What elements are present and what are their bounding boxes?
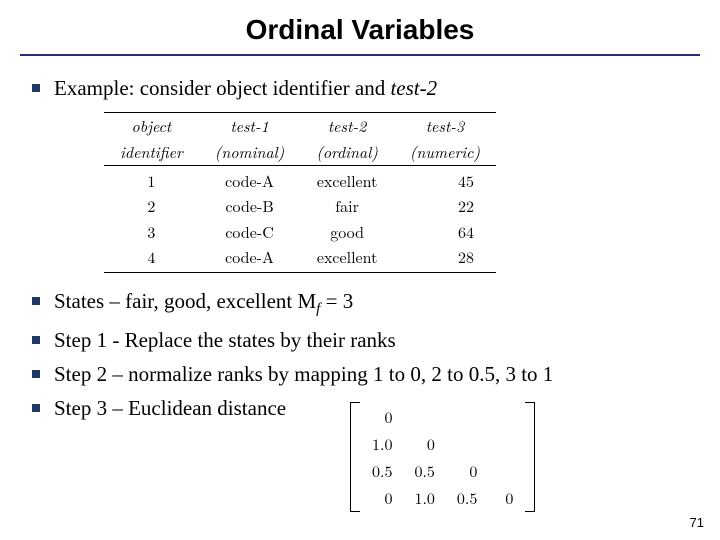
data-table: object test-1 test-2 test-3 identifier (… [104, 112, 496, 273]
title-divider [20, 54, 700, 56]
col-sub-object: identifier [104, 139, 199, 165]
matrix-cell [489, 404, 523, 429]
matrix-cell: 0 [362, 404, 402, 429]
matrix-cell: 0 [447, 458, 487, 483]
matrix-cell [404, 404, 444, 429]
bullet-2: States – fair, good, excellent Mf = 3 [26, 287, 694, 320]
col-sub-test3: (numeric) [394, 139, 496, 165]
col-header-object: object [104, 113, 199, 139]
matrix-cell: 0.5 [447, 485, 487, 510]
bullet-list: Example: consider object identifier and … [26, 74, 694, 423]
bullet-3: Step 1 - Replace the states by their ran… [26, 326, 694, 354]
matrix-cell [447, 431, 487, 456]
cell-t2: good [300, 219, 394, 245]
data-table-wrap: object test-1 test-2 test-3 identifier (… [104, 112, 694, 273]
col-sub-test1: (nominal) [199, 139, 301, 165]
table-row: 3 code-C good 64 [104, 219, 496, 245]
bullet-1-italic: test-2 [390, 76, 437, 100]
cell-t1: code-A [199, 165, 301, 193]
matrix-cell [447, 404, 487, 429]
cell-t1: code-B [199, 193, 301, 219]
matrix-cell: 0 [404, 431, 444, 456]
bullet-1-text: Example: consider object identifier and [54, 76, 390, 100]
bullet-4: Step 2 – normalize ranks by mapping 1 to… [26, 360, 694, 388]
cell-t1: code-A [199, 244, 301, 272]
cell-id: 1 [104, 165, 199, 193]
bullet-2-post: = 3 [320, 289, 353, 313]
table-row: 1 code-A excellent 45 [104, 165, 496, 193]
table-header-row-2: identifier (nominal) (ordinal) (numeric) [104, 139, 496, 165]
table-header-row-1: object test-1 test-2 test-3 [104, 113, 496, 139]
cell-t3: 28 [394, 244, 496, 272]
table-row: 2 code-B fair 22 [104, 193, 496, 219]
cell-id: 2 [104, 193, 199, 219]
bullet-2-pre: States – fair, good, excellent M [54, 289, 316, 313]
distance-matrix: 0 1.0 0 0.5 0.5 0 0 1.0 0.5 0 [350, 402, 535, 512]
matrix-cell: 0 [489, 485, 523, 510]
col-header-test2: test-2 [300, 113, 394, 139]
col-header-test3: test-3 [394, 113, 496, 139]
matrix-row: 0.5 0.5 0 [362, 458, 523, 483]
cell-t3: 45 [394, 165, 496, 193]
table-row: 4 code-A excellent 28 [104, 244, 496, 272]
matrix-cell: 1.0 [404, 485, 444, 510]
matrix-cell: 0.5 [404, 458, 444, 483]
page-number: 71 [690, 515, 704, 530]
cell-id: 3 [104, 219, 199, 245]
slide-content: Example: consider object identifier and … [0, 74, 720, 423]
matrix-row: 1.0 0 [362, 431, 523, 456]
col-sub-test2: (ordinal) [300, 139, 394, 165]
matrix-table: 0 1.0 0 0.5 0.5 0 0 1.0 0.5 0 [360, 402, 525, 512]
cell-t2: excellent [300, 244, 394, 272]
cell-t3: 64 [394, 219, 496, 245]
col-header-test1: test-1 [199, 113, 301, 139]
bullet-1: Example: consider object identifier and … [26, 74, 694, 273]
matrix-cell: 0.5 [362, 458, 402, 483]
matrix-cell [489, 431, 523, 456]
cell-t1: code-C [199, 219, 301, 245]
bracket-left-icon [350, 402, 360, 512]
matrix-cell: 1.0 [362, 431, 402, 456]
bracket-right-icon [525, 402, 535, 512]
matrix-cell: 0 [362, 485, 402, 510]
cell-t2: fair [300, 193, 394, 219]
matrix-row: 0 1.0 0.5 0 [362, 485, 523, 510]
matrix-cell [489, 458, 523, 483]
cell-t2: excellent [300, 165, 394, 193]
cell-id: 4 [104, 244, 199, 272]
cell-t3: 22 [394, 193, 496, 219]
matrix-row: 0 [362, 404, 523, 429]
slide-title: Ordinal Variables [0, 0, 720, 54]
